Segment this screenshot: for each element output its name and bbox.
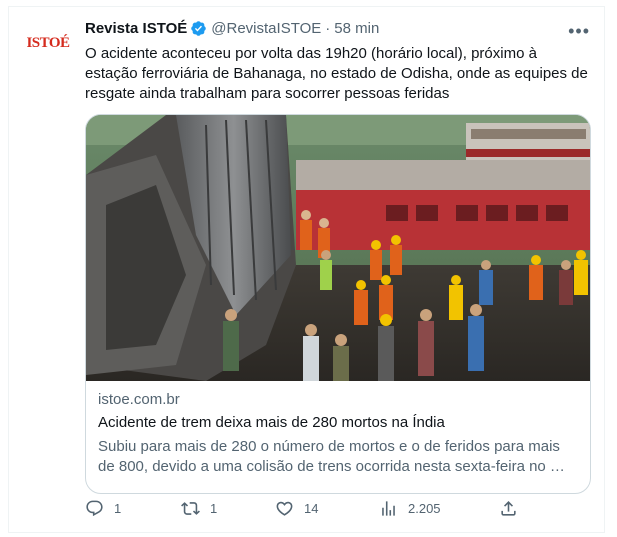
tweet-actions: 1 1 14 2.205 xyxy=(85,499,525,521)
tweet-header: Revista ISTOÉ @RevistaISTOE · 58 min xyxy=(85,20,379,37)
tweet-text: O acidente aconteceu por volta das 19h20… xyxy=(85,45,588,102)
istoe-logo: ISTOÉ xyxy=(26,34,70,51)
retweet-count: 1 xyxy=(210,501,218,516)
tweet-time[interactable]: 58 min xyxy=(334,20,379,37)
share-button[interactable] xyxy=(499,499,518,518)
like-button[interactable]: 14 xyxy=(275,499,318,518)
views-count: 2.205 xyxy=(408,501,441,516)
tweet[interactable]: ISTOÉ Revista ISTOÉ @RevistaISTOE · 58 m… xyxy=(8,6,605,533)
reply-count: 1 xyxy=(114,501,122,516)
link-card[interactable]: istoe.com.br Acidente de trem deixa mais… xyxy=(85,114,591,494)
card-title[interactable]: Acidente de trem deixa mais de 280 morto… xyxy=(98,414,445,431)
verified-icon xyxy=(191,21,207,36)
more-icon[interactable]: ••• xyxy=(568,21,590,42)
like-count: 14 xyxy=(304,501,319,516)
reply-button[interactable]: 1 xyxy=(85,499,121,518)
avatar[interactable]: ISTOÉ xyxy=(23,29,73,57)
views-icon xyxy=(382,501,395,516)
reply-icon xyxy=(86,500,103,517)
card-description: Subiu para mais de 280 o número de morto… xyxy=(98,438,565,475)
train-accident-photo xyxy=(86,115,590,381)
share-icon xyxy=(501,501,516,516)
retweet-button[interactable]: 1 xyxy=(181,499,217,518)
account-name[interactable]: Revista ISTOÉ xyxy=(85,20,187,37)
retweet-icon xyxy=(181,502,200,515)
card-domain: istoe.com.br xyxy=(98,391,180,408)
like-icon xyxy=(276,501,293,516)
views-button[interactable]: 2.205 xyxy=(379,499,441,518)
account-handle[interactable]: @RevistaISTOE xyxy=(211,20,321,37)
header-separator: · xyxy=(325,20,331,37)
